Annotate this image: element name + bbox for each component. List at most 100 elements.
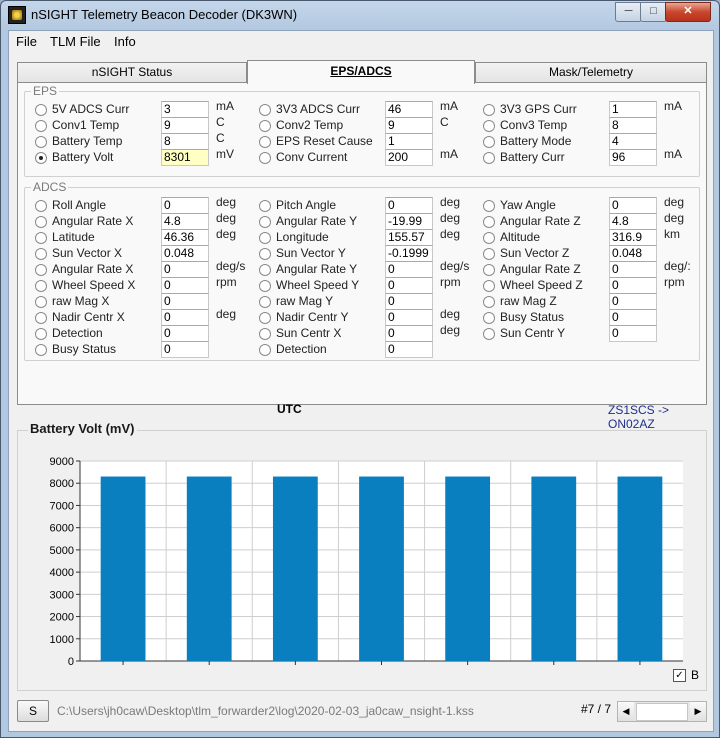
eps-row-conv1-temp[interactable]: Conv1 Temp	[35, 118, 155, 134]
adcs-row-angular-rate-z[interactable]: Angular Rate Z	[483, 214, 603, 230]
menu-info[interactable]: Info	[114, 34, 136, 49]
radio-raw-mag-z[interactable]	[483, 296, 495, 308]
radio-busy-status[interactable]	[483, 312, 495, 324]
adcs-row-detection[interactable]: Detection	[259, 342, 379, 358]
radio-angular-rate-z[interactable]	[483, 264, 495, 276]
adcs-row-wheel-speed-z[interactable]: Wheel Speed Z	[483, 278, 603, 294]
eps-row-3v3-gps-curr[interactable]: 3V3 GPS Curr	[483, 102, 603, 118]
adcs-row-busy-status[interactable]: Busy Status	[483, 310, 603, 326]
radio-battery-curr[interactable]	[483, 152, 495, 164]
radio-conv1-temp[interactable]	[35, 120, 47, 132]
radio-3v3-gps-curr[interactable]	[483, 104, 495, 116]
title-bar[interactable]: nSIGHT Telemetry Beacon Decoder (DK3WN) …	[1, 1, 719, 30]
radio-detection[interactable]	[259, 344, 271, 356]
radio-sun-centr-x[interactable]	[259, 328, 271, 340]
radio-wheel-speed-y[interactable]	[259, 280, 271, 292]
radio-yaw-angle[interactable]	[483, 200, 495, 212]
radio-wheel-speed-z[interactable]	[483, 280, 495, 292]
radio-battery-temp[interactable]	[35, 136, 47, 148]
radio-eps-reset-cause[interactable]	[259, 136, 271, 148]
eps-row-battery-volt[interactable]: Battery Volt	[35, 150, 155, 166]
tab-mask-telemetry[interactable]: Mask/Telemetry	[475, 62, 707, 82]
radio-latitude[interactable]	[35, 232, 47, 244]
radio-detection[interactable]	[35, 328, 47, 340]
radio-pitch-angle[interactable]	[259, 200, 271, 212]
eps-row-conv2-temp[interactable]: Conv2 Temp	[259, 118, 379, 134]
minimize-button[interactable]: ─	[615, 2, 642, 22]
adcs-row-raw-mag-z[interactable]: raw Mag Z	[483, 294, 603, 310]
adcs-row-yaw-angle[interactable]: Yaw Angle	[483, 198, 603, 214]
eps-row-battery-curr[interactable]: Battery Curr	[483, 150, 603, 166]
radio-wheel-speed-x[interactable]	[35, 280, 47, 292]
legend-checkbox[interactable]: ✓	[673, 669, 686, 682]
radio-battery-mode[interactable]	[483, 136, 495, 148]
eps-row-conv-current[interactable]: Conv Current	[259, 150, 379, 166]
adcs-row-sun-centr-y[interactable]: Sun Centr Y	[483, 326, 603, 342]
radio-longitude[interactable]	[259, 232, 271, 244]
adcs-row-wheel-speed-x[interactable]: Wheel Speed X	[35, 278, 155, 294]
adcs-row-angular-rate-x[interactable]: Angular Rate X	[35, 214, 155, 230]
eps-row-5v-adcs-curr[interactable]: 5V ADCS Curr	[35, 102, 155, 118]
radio-sun-vector-z[interactable]	[483, 248, 495, 260]
menu-file[interactable]: File	[16, 34, 37, 49]
adcs-row-sun-vector-x[interactable]: Sun Vector X	[35, 246, 155, 262]
radio-conv3-temp[interactable]	[483, 120, 495, 132]
adcs-row-raw-mag-y[interactable]: raw Mag Y	[259, 294, 379, 310]
radio-raw-mag-x[interactable]	[35, 296, 47, 308]
field-label: Conv2 Temp	[276, 118, 344, 132]
adcs-row-latitude[interactable]: Latitude	[35, 230, 155, 246]
radio-busy-status[interactable]	[35, 344, 47, 356]
adcs-row-angular-rate-y[interactable]: Angular Rate Y	[259, 214, 379, 230]
adcs-row-busy-status[interactable]: Busy Status	[35, 342, 155, 358]
radio-altitude[interactable]	[483, 232, 495, 244]
adcs-row-angular-rate-z[interactable]: Angular Rate Z	[483, 262, 603, 278]
eps-row-conv3-temp[interactable]: Conv3 Temp	[483, 118, 603, 134]
menu-tlm-file[interactable]: TLM File	[50, 34, 101, 49]
radio-3v3-adcs-curr[interactable]	[259, 104, 271, 116]
adcs-row-longitude[interactable]: Longitude	[259, 230, 379, 246]
radio-sun-vector-x[interactable]	[35, 248, 47, 260]
eps-row-3v3-adcs-curr[interactable]: 3V3 ADCS Curr	[259, 102, 379, 118]
adcs-row-sun-centr-x[interactable]: Sun Centr X	[259, 326, 379, 342]
radio-angular-rate-z[interactable]	[483, 216, 495, 228]
radio-raw-mag-y[interactable]	[259, 296, 271, 308]
scroll-right-button[interactable]: ▶	[690, 702, 706, 721]
eps-row-battery-mode[interactable]: Battery Mode	[483, 134, 603, 150]
radio-nadir-centr-x[interactable]	[35, 312, 47, 324]
radio-roll-angle[interactable]	[35, 200, 47, 212]
eps-row-battery-temp[interactable]: Battery Temp	[35, 134, 155, 150]
radio-conv2-temp[interactable]	[259, 120, 271, 132]
adcs-row-pitch-angle[interactable]: Pitch Angle	[259, 198, 379, 214]
adcs-row-altitude[interactable]: Altitude	[483, 230, 603, 246]
adcs-row-nadir-centr-y[interactable]: Nadir Centr Y	[259, 310, 379, 326]
adcs-row-angular-rate-x[interactable]: Angular Rate X	[35, 262, 155, 278]
scroll-left-button[interactable]: ◀	[618, 702, 634, 721]
record-scrollbar[interactable]: ◀ ▶	[617, 701, 707, 722]
adcs-row-wheel-speed-y[interactable]: Wheel Speed Y	[259, 278, 379, 294]
radio-angular-rate-x[interactable]	[35, 264, 47, 276]
adcs-row-sun-vector-z[interactable]: Sun Vector Z	[483, 246, 603, 262]
radio-sun-vector-y[interactable]	[259, 248, 271, 260]
tab-nsight-status[interactable]: nSIGHT Status	[17, 62, 247, 82]
adcs-row-nadir-centr-x[interactable]: Nadir Centr X	[35, 310, 155, 326]
scroll-thumb[interactable]	[636, 703, 688, 721]
close-button[interactable]: ✕	[665, 2, 711, 22]
field-label: 3V3 GPS Curr	[500, 102, 577, 116]
radio-5v-adcs-curr[interactable]	[35, 104, 47, 116]
radio-angular-rate-y[interactable]	[259, 264, 271, 276]
radio-nadir-centr-y[interactable]	[259, 312, 271, 324]
maximize-button[interactable]: □	[640, 2, 667, 22]
tab-eps-adcs[interactable]: EPS/ADCS	[247, 60, 475, 84]
adcs-row-sun-vector-y[interactable]: Sun Vector Y	[259, 246, 379, 262]
adcs-row-roll-angle[interactable]: Roll Angle	[35, 198, 155, 214]
adcs-row-angular-rate-y[interactable]: Angular Rate Y	[259, 262, 379, 278]
radio-angular-rate-y[interactable]	[259, 216, 271, 228]
adcs-row-detection[interactable]: Detection	[35, 326, 155, 342]
radio-conv-current[interactable]	[259, 152, 271, 164]
radio-battery-volt[interactable]	[35, 152, 47, 164]
radio-sun-centr-y[interactable]	[483, 328, 495, 340]
adcs-row-raw-mag-x[interactable]: raw Mag X	[35, 294, 155, 310]
radio-angular-rate-x[interactable]	[35, 216, 47, 228]
eps-row-eps-reset-cause[interactable]: EPS Reset Cause	[259, 134, 379, 150]
s-button[interactable]: S	[17, 700, 49, 722]
